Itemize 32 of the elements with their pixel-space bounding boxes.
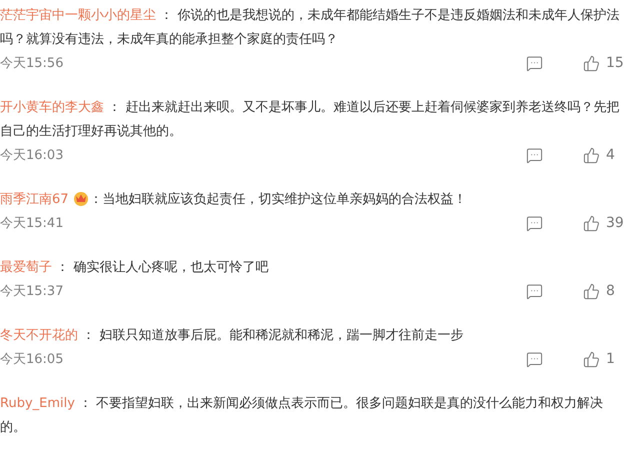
author-link[interactable]: 最爱萄子 xyxy=(0,260,52,275)
comment-time: 今天15:56 xyxy=(0,55,64,72)
like-icon[interactable] xyxy=(583,214,600,232)
author-link[interactable]: 开小黄车的李大鑫 xyxy=(0,100,104,115)
comment-text: Ruby_Emily ： 不要指望妇联，出来新闻必须做点表示而已。很多问题妇联是真的没什么能力和权力解决的。 xyxy=(0,395,604,437)
author-link[interactable]: 冬天不开花的 xyxy=(0,328,78,343)
comment-text: 最爱萄子 ： 确实很让人心疼呢，也太可怜了吧 xyxy=(0,259,270,277)
comment-time: 今天15:41 xyxy=(0,215,64,232)
like-icon[interactable] xyxy=(583,54,600,72)
comment-text: 茫茫宇宙中一颗小小的星尘 ： 你说的也是我想说的，未成年都能结婚生子不是违反婚姻法和未成年人保护法吗？就算没有违法，未成年真的能承担整个家庭的责任吗？ xyxy=(0,7,620,49)
author-link[interactable]: 茫茫宇宙中一颗小小的星尘 xyxy=(0,8,156,23)
author-link[interactable]: 雨季江南67 xyxy=(0,192,69,207)
comment-time: 今天15:37 xyxy=(0,283,64,300)
like-icon[interactable] xyxy=(583,350,600,368)
like-icon[interactable] xyxy=(583,282,600,300)
comment-text: 雨季江南67 ：当地妇联就应该负起责任，切实维护这位单亲妈妈的合法权益！ xyxy=(0,189,468,209)
reply-icon[interactable] xyxy=(526,214,543,232)
reply-icon[interactable] xyxy=(526,146,543,164)
comment-text: 开小黄车的李大鑫 ： 赶出来就赶出来呗。又不是坏事儿。难道以后还要上赶着伺候婆家到养老送终吗？先把自己的生活打理好再说其他的。 xyxy=(0,99,620,141)
reply-icon[interactable] xyxy=(526,350,543,368)
reply-icon[interactable] xyxy=(526,282,543,300)
comment-time: 今天16:05 xyxy=(0,351,64,368)
like-count: 1 xyxy=(606,351,616,367)
comment-time: 今天16:03 xyxy=(0,147,64,164)
author-link[interactable]: Ruby_Emily xyxy=(0,396,75,411)
like-count: 39 xyxy=(606,215,625,231)
like-count: 15 xyxy=(606,55,625,71)
like-icon[interactable] xyxy=(583,146,600,164)
like-count: 8 xyxy=(606,283,616,299)
reply-icon[interactable] xyxy=(526,54,543,72)
comment-text: 冬天不开花的 ： 妇联只知道放事后屁。能和稀泥就和稀泥，踹一脚才往前走一步 xyxy=(0,327,464,345)
like-count: 4 xyxy=(606,147,616,163)
